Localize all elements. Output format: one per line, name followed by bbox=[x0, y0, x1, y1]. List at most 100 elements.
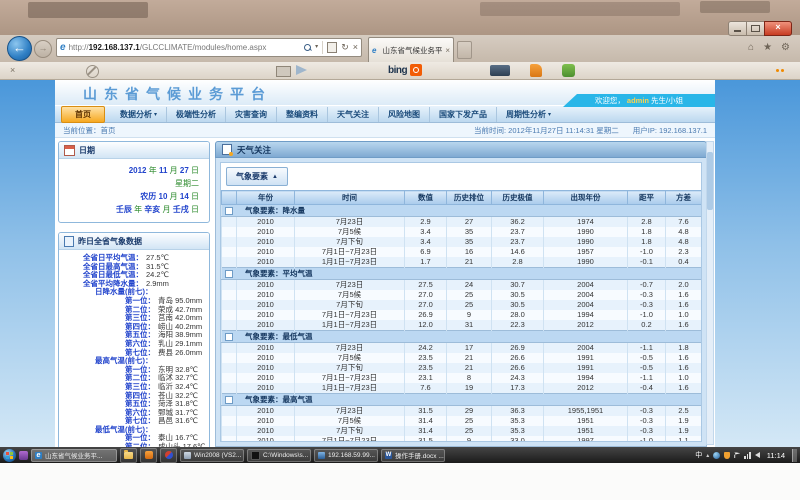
column-header[interactable]: 历史排位 bbox=[447, 191, 492, 205]
ime-indicator[interactable]: 中 bbox=[695, 450, 702, 460]
vertical-scrollbar[interactable] bbox=[706, 141, 714, 445]
table-cell: 1月1日~7月23日 bbox=[295, 383, 405, 394]
taskbar-window-2[interactable]: Win2008 (VS2... bbox=[180, 449, 244, 462]
back-button[interactable]: ← bbox=[7, 36, 32, 61]
media-taskbar-button[interactable] bbox=[160, 448, 177, 463]
tray-expand-icon[interactable]: ▴ bbox=[706, 452, 709, 459]
scrollbar-thumb[interactable] bbox=[707, 152, 713, 210]
table-row: 20107月1日~7月23日23.1824.31994-1.11.0 bbox=[222, 373, 702, 383]
browser-tab[interactable]: e 山东省气候业务平... × bbox=[368, 37, 454, 62]
column-header[interactable]: 距平 bbox=[628, 191, 666, 205]
chevron-down-icon[interactable]: ▾ bbox=[315, 43, 318, 52]
action-center-icon[interactable] bbox=[724, 452, 730, 459]
pinned-app-icon[interactable] bbox=[19, 451, 28, 460]
column-header[interactable]: 时间 bbox=[295, 191, 405, 205]
tray-app-icon[interactable] bbox=[713, 452, 720, 459]
nav-tab-label: 风险地图 bbox=[388, 109, 420, 120]
bing-logo[interactable]: bing bbox=[388, 64, 422, 76]
orange-app-icon bbox=[145, 451, 153, 459]
table-cell: 2010 bbox=[237, 280, 295, 291]
nav-tab-3[interactable]: 极端性分析 bbox=[166, 107, 225, 122]
date-segment: 10 bbox=[159, 192, 170, 201]
nav-tab-4[interactable]: 灾害查询 bbox=[225, 107, 276, 122]
nav-tab-1[interactable]: 首页 bbox=[61, 106, 105, 123]
table-cell: 23.7 bbox=[492, 227, 544, 237]
group-collapse-checkbox[interactable] bbox=[225, 207, 233, 215]
start-button[interactable] bbox=[3, 449, 16, 462]
messenger-plugin-icon[interactable] bbox=[562, 64, 575, 77]
maximize-button[interactable] bbox=[746, 21, 764, 36]
tools-gear-icon[interactable]: ⚙ bbox=[781, 41, 790, 55]
welcome-suffix: 先生/小姐 bbox=[651, 95, 683, 106]
column-header[interactable]: 方差 bbox=[666, 191, 702, 205]
date-panel-title: 日期 bbox=[79, 145, 95, 156]
group-collapse-checkbox[interactable] bbox=[225, 333, 233, 341]
network-icon[interactable] bbox=[744, 452, 751, 459]
taskbar-window-3[interactable]: C:\Windows\s... bbox=[247, 449, 311, 462]
group-collapse-checkbox[interactable] bbox=[225, 396, 233, 404]
date-segment: 日 bbox=[191, 166, 199, 175]
element-filter-button[interactable]: 气象要素 ▲ bbox=[226, 167, 288, 186]
camera-plugin-icon[interactable] bbox=[490, 65, 510, 76]
group-row[interactable]: 气象要素：最低气温 bbox=[222, 331, 702, 343]
folder-icon bbox=[124, 452, 133, 459]
nav-tab-2[interactable]: 数据分析▾ bbox=[111, 107, 166, 122]
forward-button[interactable]: → bbox=[34, 40, 52, 58]
table-cell: 33.0 bbox=[492, 436, 544, 442]
row-select-cell bbox=[222, 416, 237, 426]
group-row[interactable]: 气象要素：最高气温 bbox=[222, 394, 702, 406]
taskbar-window-1[interactable]: e山东省气候业务平... bbox=[31, 449, 117, 462]
minimize-button[interactable] bbox=[728, 21, 746, 36]
date-line: 壬辰 年 辛亥 月 壬戌 日 bbox=[63, 203, 199, 216]
table-cell: 2010 bbox=[237, 383, 295, 394]
person-plugin-icon[interactable] bbox=[530, 64, 542, 77]
column-header[interactable]: 数值 bbox=[405, 191, 447, 205]
explorer-taskbar-button[interactable] bbox=[120, 448, 137, 463]
screen: × ← → e http://192.168.137.1/GLCCLIMATE/… bbox=[0, 0, 800, 500]
rank-value[interactable]: 费县 26.0mm bbox=[158, 349, 202, 358]
address-bar[interactable]: e http://192.168.137.1/GLCCLIMATE/module… bbox=[56, 38, 362, 57]
nav-tab-8[interactable]: 国家下发产品 bbox=[429, 107, 496, 122]
mail-icon[interactable] bbox=[276, 66, 291, 77]
taskbar-window-5[interactable]: W操作手册.docx ... bbox=[381, 449, 445, 462]
date-panel: 日期 2012 年 11 月 27 日星期二农历 10 月 14 日壬辰 年 辛… bbox=[58, 141, 210, 223]
flag-icon[interactable] bbox=[734, 452, 740, 458]
taskbar-clock[interactable]: 11:14 bbox=[767, 451, 785, 460]
speaker-icon[interactable] bbox=[755, 452, 760, 458]
close-button[interactable]: × bbox=[764, 21, 792, 36]
chevron-down-icon: ▾ bbox=[154, 111, 157, 118]
taskbar-window-4[interactable]: 192.168.59.99... bbox=[314, 449, 378, 462]
nav-tab-5[interactable]: 整编资料 bbox=[276, 107, 327, 122]
column-header[interactable]: 年份 bbox=[237, 191, 295, 205]
favorites-star-icon[interactable]: ★ bbox=[763, 41, 772, 55]
table-cell: 23.5 bbox=[405, 363, 447, 373]
table-cell: 7月1日~7月23日 bbox=[295, 310, 405, 320]
refresh-icon[interactable]: ↻ bbox=[341, 43, 349, 52]
column-header[interactable]: 历史极值 bbox=[492, 191, 544, 205]
table-cell: 2010 bbox=[237, 257, 295, 268]
share-icon[interactable] bbox=[296, 65, 307, 75]
background-window bbox=[480, 2, 680, 16]
nav-tab-7[interactable]: 风险地图 bbox=[378, 107, 429, 122]
nav-tab-9[interactable]: 周期性分析▾ bbox=[496, 107, 560, 122]
nav-tab-6[interactable]: 天气关注 bbox=[327, 107, 378, 122]
more-options-icon[interactable] bbox=[776, 69, 790, 72]
table-cell: 7月23日 bbox=[295, 406, 405, 417]
home-icon[interactable]: ⌂ bbox=[748, 41, 754, 55]
new-tab-button[interactable] bbox=[457, 41, 472, 59]
show-desktop-button[interactable] bbox=[792, 449, 797, 462]
rank-value[interactable]: 昌邑 31.6℃ bbox=[158, 417, 198, 426]
compatibility-view-icon[interactable] bbox=[327, 42, 337, 53]
group-row[interactable]: 气象要素：平均气温 bbox=[222, 268, 702, 280]
stop-icon[interactable]: × bbox=[353, 43, 358, 52]
tab-close-icon[interactable]: × bbox=[445, 46, 450, 55]
group-collapse-checkbox[interactable] bbox=[225, 270, 233, 278]
group-row[interactable]: 气象要素：降水量 bbox=[222, 205, 702, 217]
table-row: 20107月5候3.43523.719901.84.8 bbox=[222, 227, 702, 237]
table-cell: 1.0 bbox=[666, 373, 702, 383]
column-header[interactable]: 出现年份 bbox=[544, 191, 628, 205]
search-icon[interactable] bbox=[304, 44, 311, 51]
app-taskbar-button[interactable] bbox=[140, 448, 157, 463]
row-select-cell bbox=[222, 257, 237, 268]
close-toolbar-icon[interactable]: × bbox=[10, 65, 15, 75]
